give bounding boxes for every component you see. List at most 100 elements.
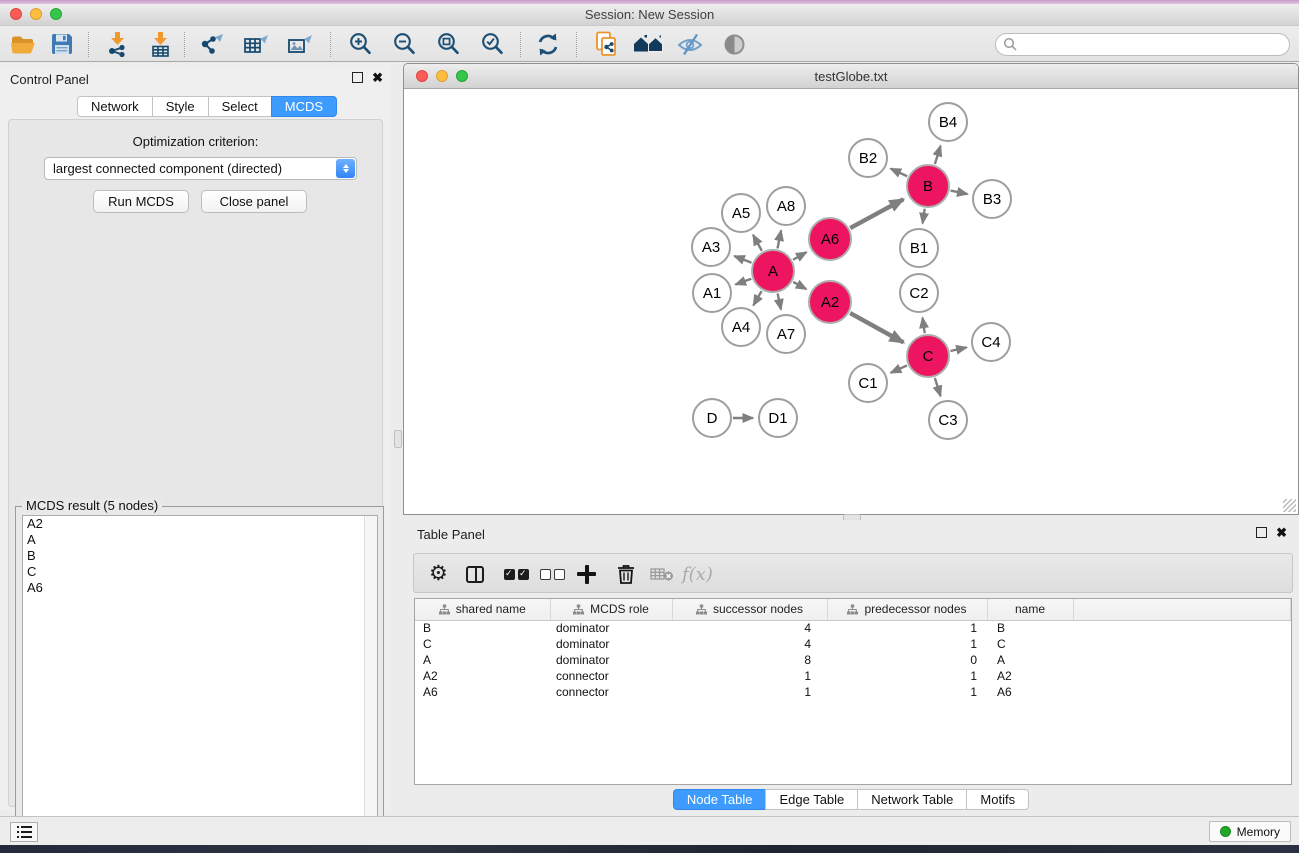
tab-style[interactable]: Style bbox=[152, 96, 209, 117]
table-cell[interactable]: 1 bbox=[827, 684, 987, 700]
export-image-icon[interactable] bbox=[286, 30, 314, 58]
tab-mcds[interactable]: MCDS bbox=[271, 96, 337, 117]
close-table-panel-icon[interactable]: ✖ bbox=[1276, 527, 1287, 538]
table-cell[interactable]: 1 bbox=[672, 668, 827, 684]
table-cell[interactable]: connector bbox=[550, 668, 672, 684]
minimize-window-button[interactable] bbox=[30, 8, 42, 20]
result-item[interactable]: B bbox=[23, 548, 377, 564]
graph-edge-A2-C[interactable] bbox=[850, 313, 903, 342]
graph-node-A8[interactable]: A8 bbox=[766, 186, 806, 226]
graph-node-D1[interactable]: D1 bbox=[758, 398, 798, 438]
table-cell[interactable]: C bbox=[987, 636, 1073, 652]
table-cell[interactable]: A bbox=[987, 652, 1073, 668]
graph-edge-A-A1[interactable] bbox=[736, 279, 752, 285]
table-cell[interactable]: dominator bbox=[550, 652, 672, 668]
table-cell[interactable]: connector bbox=[550, 684, 672, 700]
add-column-icon[interactable] bbox=[577, 560, 596, 588]
float-panel-icon[interactable] bbox=[352, 72, 363, 83]
clone-network-icon[interactable] bbox=[592, 30, 620, 58]
close-panel-button[interactable]: Close panel bbox=[201, 190, 307, 213]
graph-node-C2[interactable]: C2 bbox=[899, 273, 939, 313]
result-scrollbar[interactable] bbox=[364, 516, 377, 840]
tab-select[interactable]: Select bbox=[208, 96, 272, 117]
delete-column-icon[interactable] bbox=[616, 560, 636, 588]
graph-node-C1[interactable]: C1 bbox=[848, 363, 888, 403]
select-all-icon[interactable] bbox=[502, 560, 530, 588]
delete-table-icon[interactable] bbox=[650, 560, 674, 588]
table-tab-edge-table[interactable]: Edge Table bbox=[765, 789, 858, 810]
import-network-icon[interactable] bbox=[103, 30, 131, 58]
graph-node-D[interactable]: D bbox=[692, 398, 732, 438]
first-neighbors-icon[interactable] bbox=[632, 30, 666, 58]
table-cell[interactable]: 1 bbox=[827, 620, 987, 636]
graph-edge-A-A6[interactable] bbox=[793, 252, 806, 260]
graph-edge-B-B4[interactable] bbox=[935, 146, 941, 164]
column-header-successor-nodes[interactable]: successor nodes bbox=[672, 599, 827, 620]
table-cell[interactable]: 1 bbox=[827, 636, 987, 652]
import-table-icon[interactable] bbox=[146, 30, 174, 58]
graph-edge-A-A5[interactable] bbox=[753, 235, 762, 251]
result-item[interactable]: A2 bbox=[23, 516, 377, 532]
table-tab-motifs[interactable]: Motifs bbox=[966, 789, 1029, 810]
graph-node-C[interactable]: C bbox=[906, 334, 950, 378]
table-cell[interactable]: 8 bbox=[672, 652, 827, 668]
export-table-icon[interactable] bbox=[242, 30, 270, 58]
graph-node-A5[interactable]: A5 bbox=[721, 193, 761, 233]
table-cell[interactable]: 0 bbox=[827, 652, 987, 668]
graph-edge-B-B2[interactable] bbox=[891, 169, 908, 177]
zoom-window-button[interactable] bbox=[50, 8, 62, 20]
function-builder-icon[interactable]: f(x) bbox=[682, 560, 713, 588]
graph-edge-B-B1[interactable] bbox=[923, 209, 925, 223]
result-item[interactable]: C bbox=[23, 564, 377, 580]
zoom-network-button[interactable] bbox=[456, 70, 468, 82]
zoom-in-icon[interactable] bbox=[346, 30, 374, 58]
graph-node-A7[interactable]: A7 bbox=[766, 314, 806, 354]
graph-node-B[interactable]: B bbox=[906, 164, 950, 208]
refresh-icon[interactable] bbox=[534, 30, 562, 58]
save-session-icon[interactable] bbox=[48, 30, 76, 58]
float-table-panel-icon[interactable] bbox=[1256, 527, 1267, 538]
table-cell[interactable]: B bbox=[987, 620, 1073, 636]
result-item[interactable]: A bbox=[23, 532, 377, 548]
memory-button[interactable]: Memory bbox=[1209, 821, 1291, 842]
table-row[interactable]: Cdominator41C bbox=[415, 636, 1291, 652]
graph-node-C3[interactable]: C3 bbox=[928, 400, 968, 440]
table-cell[interactable]: A bbox=[415, 652, 550, 668]
vertical-divider-grip[interactable] bbox=[394, 430, 402, 448]
criterion-dropdown[interactable]: largest connected component (directed) bbox=[44, 157, 357, 180]
graph-node-A6[interactable]: A6 bbox=[808, 217, 852, 261]
table-cell[interactable]: dominator bbox=[550, 636, 672, 652]
graph-node-A3[interactable]: A3 bbox=[691, 227, 731, 267]
table-cell[interactable]: A2 bbox=[987, 668, 1073, 684]
graph-edge-B-B3[interactable] bbox=[951, 191, 968, 194]
graphics-details-icon[interactable] bbox=[720, 30, 748, 58]
settings-gear-icon[interactable]: ⚙ bbox=[429, 560, 448, 588]
table-cell[interactable]: A2 bbox=[415, 668, 550, 684]
column-view-icon[interactable] bbox=[466, 560, 484, 588]
hide-selected-icon[interactable] bbox=[676, 30, 704, 58]
graph-edge-A-A7[interactable] bbox=[778, 294, 781, 310]
graph-node-B4[interactable]: B4 bbox=[928, 102, 968, 142]
window-resize-grip[interactable] bbox=[1283, 499, 1296, 512]
task-history-button[interactable] bbox=[10, 822, 38, 842]
table-row[interactable]: Bdominator41B bbox=[415, 620, 1291, 636]
table-cell[interactable]: 1 bbox=[672, 684, 827, 700]
table-cell[interactable]: A6 bbox=[987, 684, 1073, 700]
graph-edge-A-A8[interactable] bbox=[778, 231, 782, 249]
open-file-icon[interactable] bbox=[9, 30, 37, 58]
column-header-shared-name[interactable]: shared name bbox=[415, 599, 550, 620]
table-row[interactable]: A2connector11A2 bbox=[415, 668, 1291, 684]
graph-edge-C-C4[interactable] bbox=[950, 347, 966, 351]
table-row[interactable]: A6connector11A6 bbox=[415, 684, 1291, 700]
result-item[interactable]: A6 bbox=[23, 580, 377, 596]
graph-node-B2[interactable]: B2 bbox=[848, 138, 888, 178]
table-cell[interactable]: 4 bbox=[672, 620, 827, 636]
graph-node-A[interactable]: A bbox=[751, 249, 795, 293]
graph-edge-A6-B[interactable] bbox=[850, 199, 903, 228]
graph-edge-A-A4[interactable] bbox=[753, 291, 761, 305]
column-header-name[interactable]: name bbox=[987, 599, 1073, 620]
column-header-predecessor-nodes[interactable]: predecessor nodes bbox=[827, 599, 987, 620]
graph-node-C4[interactable]: C4 bbox=[971, 322, 1011, 362]
graph-node-B1[interactable]: B1 bbox=[899, 228, 939, 268]
column-header-MCDS-role[interactable]: MCDS role bbox=[550, 599, 672, 620]
